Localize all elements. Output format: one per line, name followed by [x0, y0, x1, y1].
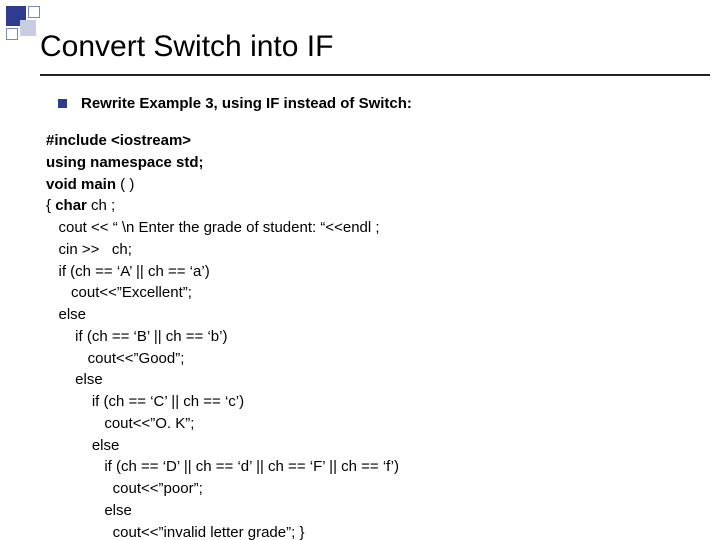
code-line: cout << “ \n Enter the grade of student:…: [46, 219, 380, 236]
deco-square-outline-top: [28, 6, 40, 18]
code-line: if (ch == ‘D’ || ch == ‘d’ || ch == ‘F’ …: [46, 458, 399, 475]
code-line: else cout<<”invalid letter grade”; }: [46, 502, 304, 540]
deco-square-outline-left: [6, 28, 18, 40]
code-line: else: [46, 306, 86, 323]
code-line: cin >> ch;: [46, 241, 132, 258]
bullet-text: Rewrite Example 3, using IF instead of S…: [81, 95, 412, 112]
bullet-square-icon: [58, 99, 67, 108]
code-line: else: [46, 437, 119, 454]
code-line: if (ch == ‘A’ || ch == ‘a’): [46, 263, 210, 280]
code-line: else: [46, 371, 103, 388]
code-block: #include <iostream> using namespace std;…: [46, 130, 399, 540]
slide-title: Convert Switch into IF: [40, 30, 333, 64]
code-line: using namespace std;: [46, 154, 204, 171]
code-line: cout<<”Good”;: [46, 350, 184, 367]
code-line: if (ch == ‘C’ || ch == ‘c’): [46, 393, 244, 410]
code-line: cout<<”poor”;: [46, 480, 203, 497]
code-line: #include <iostream>: [46, 132, 191, 149]
slide: Convert Switch into IF Rewrite Example 3…: [0, 0, 720, 540]
code-line: ch ;: [87, 197, 115, 214]
code-line: {: [46, 197, 55, 214]
deco-square-light: [20, 20, 36, 36]
title-underline: [40, 74, 710, 76]
code-line: cout<<”O. K”;: [46, 415, 194, 432]
code-line: void main: [46, 176, 116, 193]
code-line: if (ch == ‘B’ || ch == ‘b’): [46, 328, 227, 345]
bullet-item: Rewrite Example 3, using IF instead of S…: [58, 95, 412, 112]
code-line: ( ): [116, 176, 134, 193]
code-line: cout<<”Excellent”;: [46, 284, 192, 301]
code-line: char: [55, 197, 87, 214]
